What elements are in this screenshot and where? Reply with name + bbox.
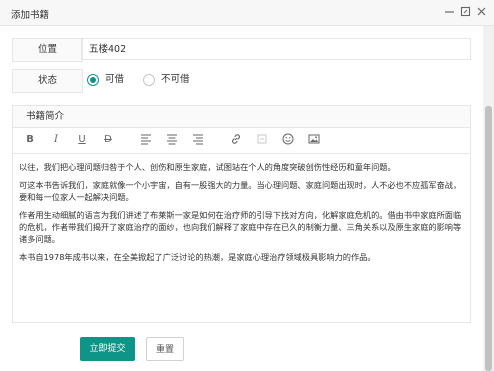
description-paragraph: 可这本书告诉我们，家庭就像一个小宇宙，自有一股强大的力量。当心理问题、家庭问题出… bbox=[19, 180, 462, 202]
underline-icon[interactable]: U bbox=[75, 133, 89, 147]
status-label: 状态 bbox=[12, 69, 83, 93]
description-paragraph: 作者用生动细腻的语言为我们讲述了布莱斯一家是如何在治疗师的引导下找对方向，化解家… bbox=[19, 210, 462, 244]
location-input[interactable]: 五楼402 bbox=[81, 38, 471, 60]
align-left-icon[interactable] bbox=[139, 133, 153, 147]
close-icon[interactable] bbox=[475, 5, 488, 18]
vertical-scrollbar[interactable] bbox=[483, 26, 494, 371]
description-paragraph: 以往，我们把心理问题归咎于个人、创伤和原生家庭，试图站在个人的角度突破创伤性经历… bbox=[19, 162, 396, 172]
radio-label-available: 可借 bbox=[105, 74, 125, 85]
unlink-icon[interactable] bbox=[255, 133, 269, 147]
radio-selected-icon[interactable] bbox=[87, 73, 99, 86]
location-label: 位置 bbox=[12, 38, 83, 62]
maximize-icon[interactable] bbox=[459, 5, 472, 18]
scrollbar-thumb[interactable] bbox=[485, 106, 492, 371]
description-editor: 书籍简介 B I U D 以往，我们把心理问题归咎于个人、创伤和原生家庭，试图站… bbox=[12, 105, 471, 323]
emoji-icon[interactable] bbox=[281, 133, 295, 147]
description-paragraph: 本书自1978年成书以来，在全美掀起了广泛讨论的热潮，是家庭心理治疗领域极具影响… bbox=[19, 252, 376, 262]
editor-body[interactable]: 以往，我们把心理问题归咎于个人、创伤和原生家庭，试图站在个人的角度突破创伤性经历… bbox=[13, 154, 470, 263]
strikethrough-icon[interactable]: D bbox=[101, 133, 115, 147]
link-icon[interactable] bbox=[229, 133, 243, 147]
editor-toolbar: B I U D bbox=[13, 128, 470, 154]
form-content: 位置 五楼402 状态 可借 不可借 书籍简介 B I U D 以往，我们把心理… bbox=[0, 26, 483, 371]
radio-unselected-icon[interactable] bbox=[143, 73, 155, 86]
minimize-icon[interactable] bbox=[443, 5, 456, 18]
status-radio-available[interactable]: 可借 bbox=[87, 73, 124, 87]
window-title: 添加书籍 bbox=[11, 10, 50, 21]
align-center-icon[interactable] bbox=[165, 133, 179, 147]
title-bar: 添加书籍 bbox=[0, 0, 494, 26]
description-label: 书籍简介 bbox=[13, 106, 470, 128]
radio-label-unavailable: 不可借 bbox=[161, 74, 190, 85]
submit-button[interactable]: 立即提交 bbox=[80, 337, 135, 361]
align-right-icon[interactable] bbox=[191, 133, 205, 147]
bold-icon[interactable]: B bbox=[23, 133, 37, 147]
image-icon[interactable] bbox=[307, 133, 321, 147]
italic-icon[interactable]: I bbox=[49, 133, 63, 147]
reset-button[interactable]: 重置 bbox=[146, 337, 184, 361]
status-radio-unavailable[interactable]: 不可借 bbox=[143, 73, 190, 87]
